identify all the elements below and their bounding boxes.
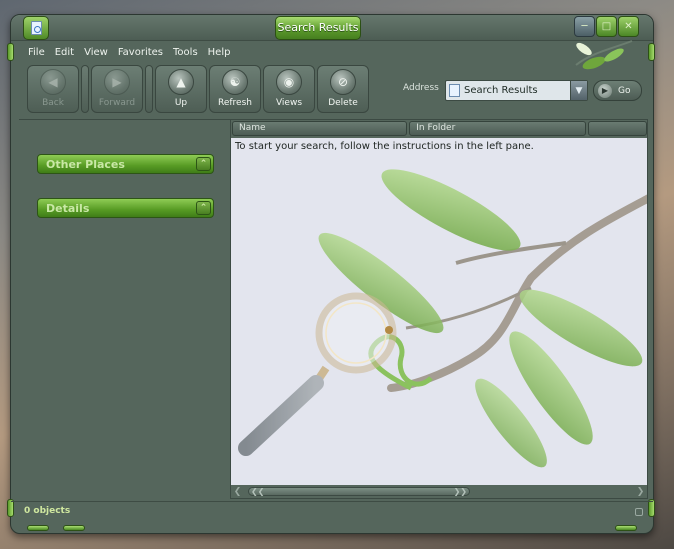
column-extra[interactable]	[587, 121, 647, 136]
up-button[interactable]: ▲ Up	[155, 65, 207, 113]
forward-label: Forward	[98, 98, 136, 108]
column-headers: Name In Folder	[231, 120, 647, 138]
status-text: 0 objects	[24, 506, 71, 516]
bottom-tab-right	[615, 525, 637, 531]
up-arrow-icon: ▲	[168, 69, 194, 95]
address-label: Address	[403, 83, 439, 93]
go-label: Go	[618, 85, 631, 96]
back-button[interactable]: ◀ Back	[27, 65, 79, 113]
scrollbar-thumb[interactable]: ❮❮ ❯❯	[248, 487, 470, 496]
search-hint: To start your search, follow the instruc…	[235, 141, 534, 152]
address-value[interactable]: Search Results	[464, 85, 570, 96]
menu-favorites[interactable]: Favorites	[113, 45, 168, 61]
address-bar[interactable]: Search Results ▼	[445, 80, 588, 101]
right-edge-tab	[648, 43, 655, 61]
forward-arrow-icon: ▶	[104, 69, 130, 95]
up-label: Up	[174, 98, 188, 108]
other-places-label: Other Places	[46, 157, 125, 171]
details-section[interactable]: Details ⌃	[37, 198, 214, 218]
leaf-decoration-icon	[575, 40, 633, 70]
horizontal-scrollbar[interactable]: ❮ ❮❮ ❯❯ ❯	[231, 485, 647, 498]
window-title: Search Results	[275, 16, 361, 40]
column-in-folder[interactable]: In Folder	[409, 121, 586, 136]
other-places-section[interactable]: Other Places ⌃	[37, 154, 214, 174]
back-label: Back	[42, 98, 64, 108]
views-button[interactable]: ◉ Views	[263, 65, 315, 113]
menu-view[interactable]: View	[79, 45, 113, 61]
back-arrow-icon: ◀	[40, 69, 66, 95]
menu-tools[interactable]: Tools	[168, 45, 203, 61]
details-label: Details	[46, 201, 90, 215]
minimize-button[interactable]: ─	[574, 16, 595, 37]
forward-button[interactable]: ▶ Forward	[91, 65, 143, 113]
resize-grip-icon[interactable]	[635, 508, 643, 516]
forward-dropdown[interactable]	[145, 65, 153, 113]
results-pane: Name In Folder To start your search, fol…	[230, 119, 648, 499]
menu-bar: File Edit View Favorites Tools Help	[23, 45, 235, 61]
bottom-tab-left-2	[63, 525, 85, 531]
menu-help[interactable]: Help	[203, 45, 236, 61]
toolbar: ◀ Back ▶ Forward ▲ Up ☯ Refresh ◉ Views …	[27, 65, 369, 115]
task-pane: Other Places ⌃ Details ⌃	[19, 119, 230, 499]
close-button[interactable]: ✕	[618, 16, 639, 37]
chevron-up-icon[interactable]: ⌃	[196, 157, 211, 171]
scroll-right-icon[interactable]: ❯	[634, 487, 647, 497]
delete-label: Delete	[328, 98, 358, 108]
delete-button[interactable]: ⊘ Delete	[317, 65, 369, 113]
back-dropdown[interactable]	[81, 65, 89, 113]
menu-edit[interactable]: Edit	[50, 45, 79, 61]
column-name[interactable]: Name	[232, 121, 408, 136]
refresh-label: Refresh	[218, 98, 252, 108]
refresh-button[interactable]: ☯ Refresh	[209, 65, 261, 113]
status-bar: 0 objects	[11, 501, 653, 521]
views-icon: ◉	[276, 69, 302, 95]
scroll-left-icon[interactable]: ❮	[231, 487, 244, 497]
explorer-window: Search Results ─ □ ✕ File Edit View Favo…	[7, 14, 655, 534]
title-bar[interactable]: Search Results ─ □ ✕	[11, 15, 653, 41]
menu-file[interactable]: File	[23, 45, 50, 61]
go-arrow-icon: ▶	[598, 83, 612, 98]
chevron-up-icon[interactable]: ⌃	[196, 201, 211, 215]
bottom-tab-left	[27, 525, 49, 531]
views-label: Views	[275, 98, 303, 108]
search-illustration	[238, 169, 647, 468]
maximize-button[interactable]: □	[596, 16, 617, 37]
chevron-down-icon[interactable]: ▼	[570, 81, 587, 100]
delete-icon: ⊘	[330, 69, 356, 95]
go-button[interactable]: ▶ Go	[593, 80, 642, 101]
left-edge-tab	[7, 43, 14, 61]
search-results-icon	[449, 84, 460, 97]
document-icon[interactable]	[23, 16, 49, 40]
refresh-icon: ☯	[222, 69, 248, 95]
